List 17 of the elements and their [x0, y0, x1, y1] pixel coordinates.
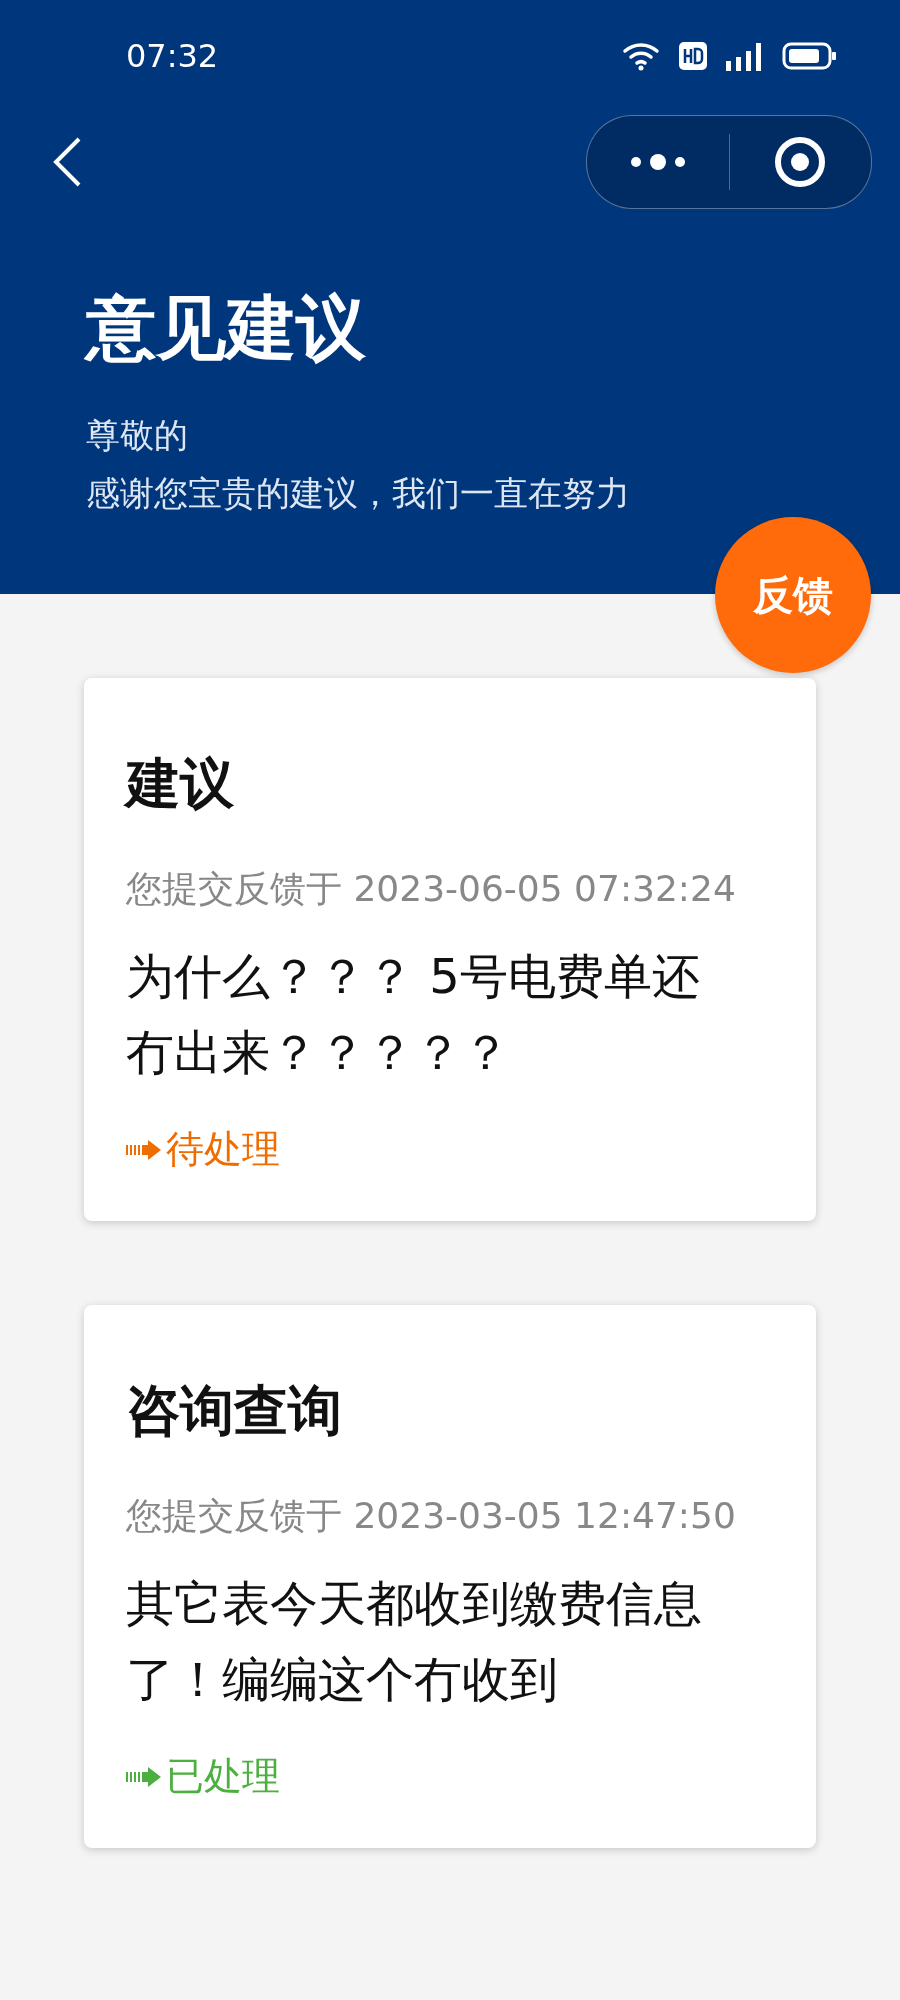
page-title: 意见建议	[86, 286, 367, 371]
feedback-content: 其它表今天都收到缴费信息了！编编这个冇收到	[126, 1574, 703, 1709]
submitted-time: 您提交反馈于 2023-06-05 07:32:24	[126, 867, 736, 911]
battery-icon	[782, 41, 838, 71]
hd-icon	[678, 41, 708, 71]
feedback-content: 为什么？？？ 5号电费单还冇出来？？？？？	[126, 947, 701, 1082]
status-label: 待处理	[166, 1126, 280, 1173]
feedback-card[interactable]: 建议 您提交反馈于 2023-06-05 07:32:24 为什么？？？ 5号电费单还冇出来？？？？？ 待处理	[84, 678, 816, 1221]
feedback-category: 咨询查询	[126, 1378, 342, 1444]
status-time: 07:32	[126, 37, 219, 75]
feedback-card[interactable]: 咨询查询 您提交反馈于 2023-03-05 12:47:50 其它表今天都收到缴费信息了！编编这个冇收到 已处理	[84, 1305, 816, 1848]
greeting: 尊敬的	[86, 414, 188, 457]
target-icon	[773, 135, 828, 189]
status-label: 已处理	[166, 1753, 280, 1800]
wifi-icon	[622, 41, 662, 71]
subtitle: 感谢您宝贵的建议，我们一直在努力	[86, 472, 630, 515]
submitted-time: 您提交反馈于 2023-03-05 12:47:50	[126, 1494, 736, 1538]
